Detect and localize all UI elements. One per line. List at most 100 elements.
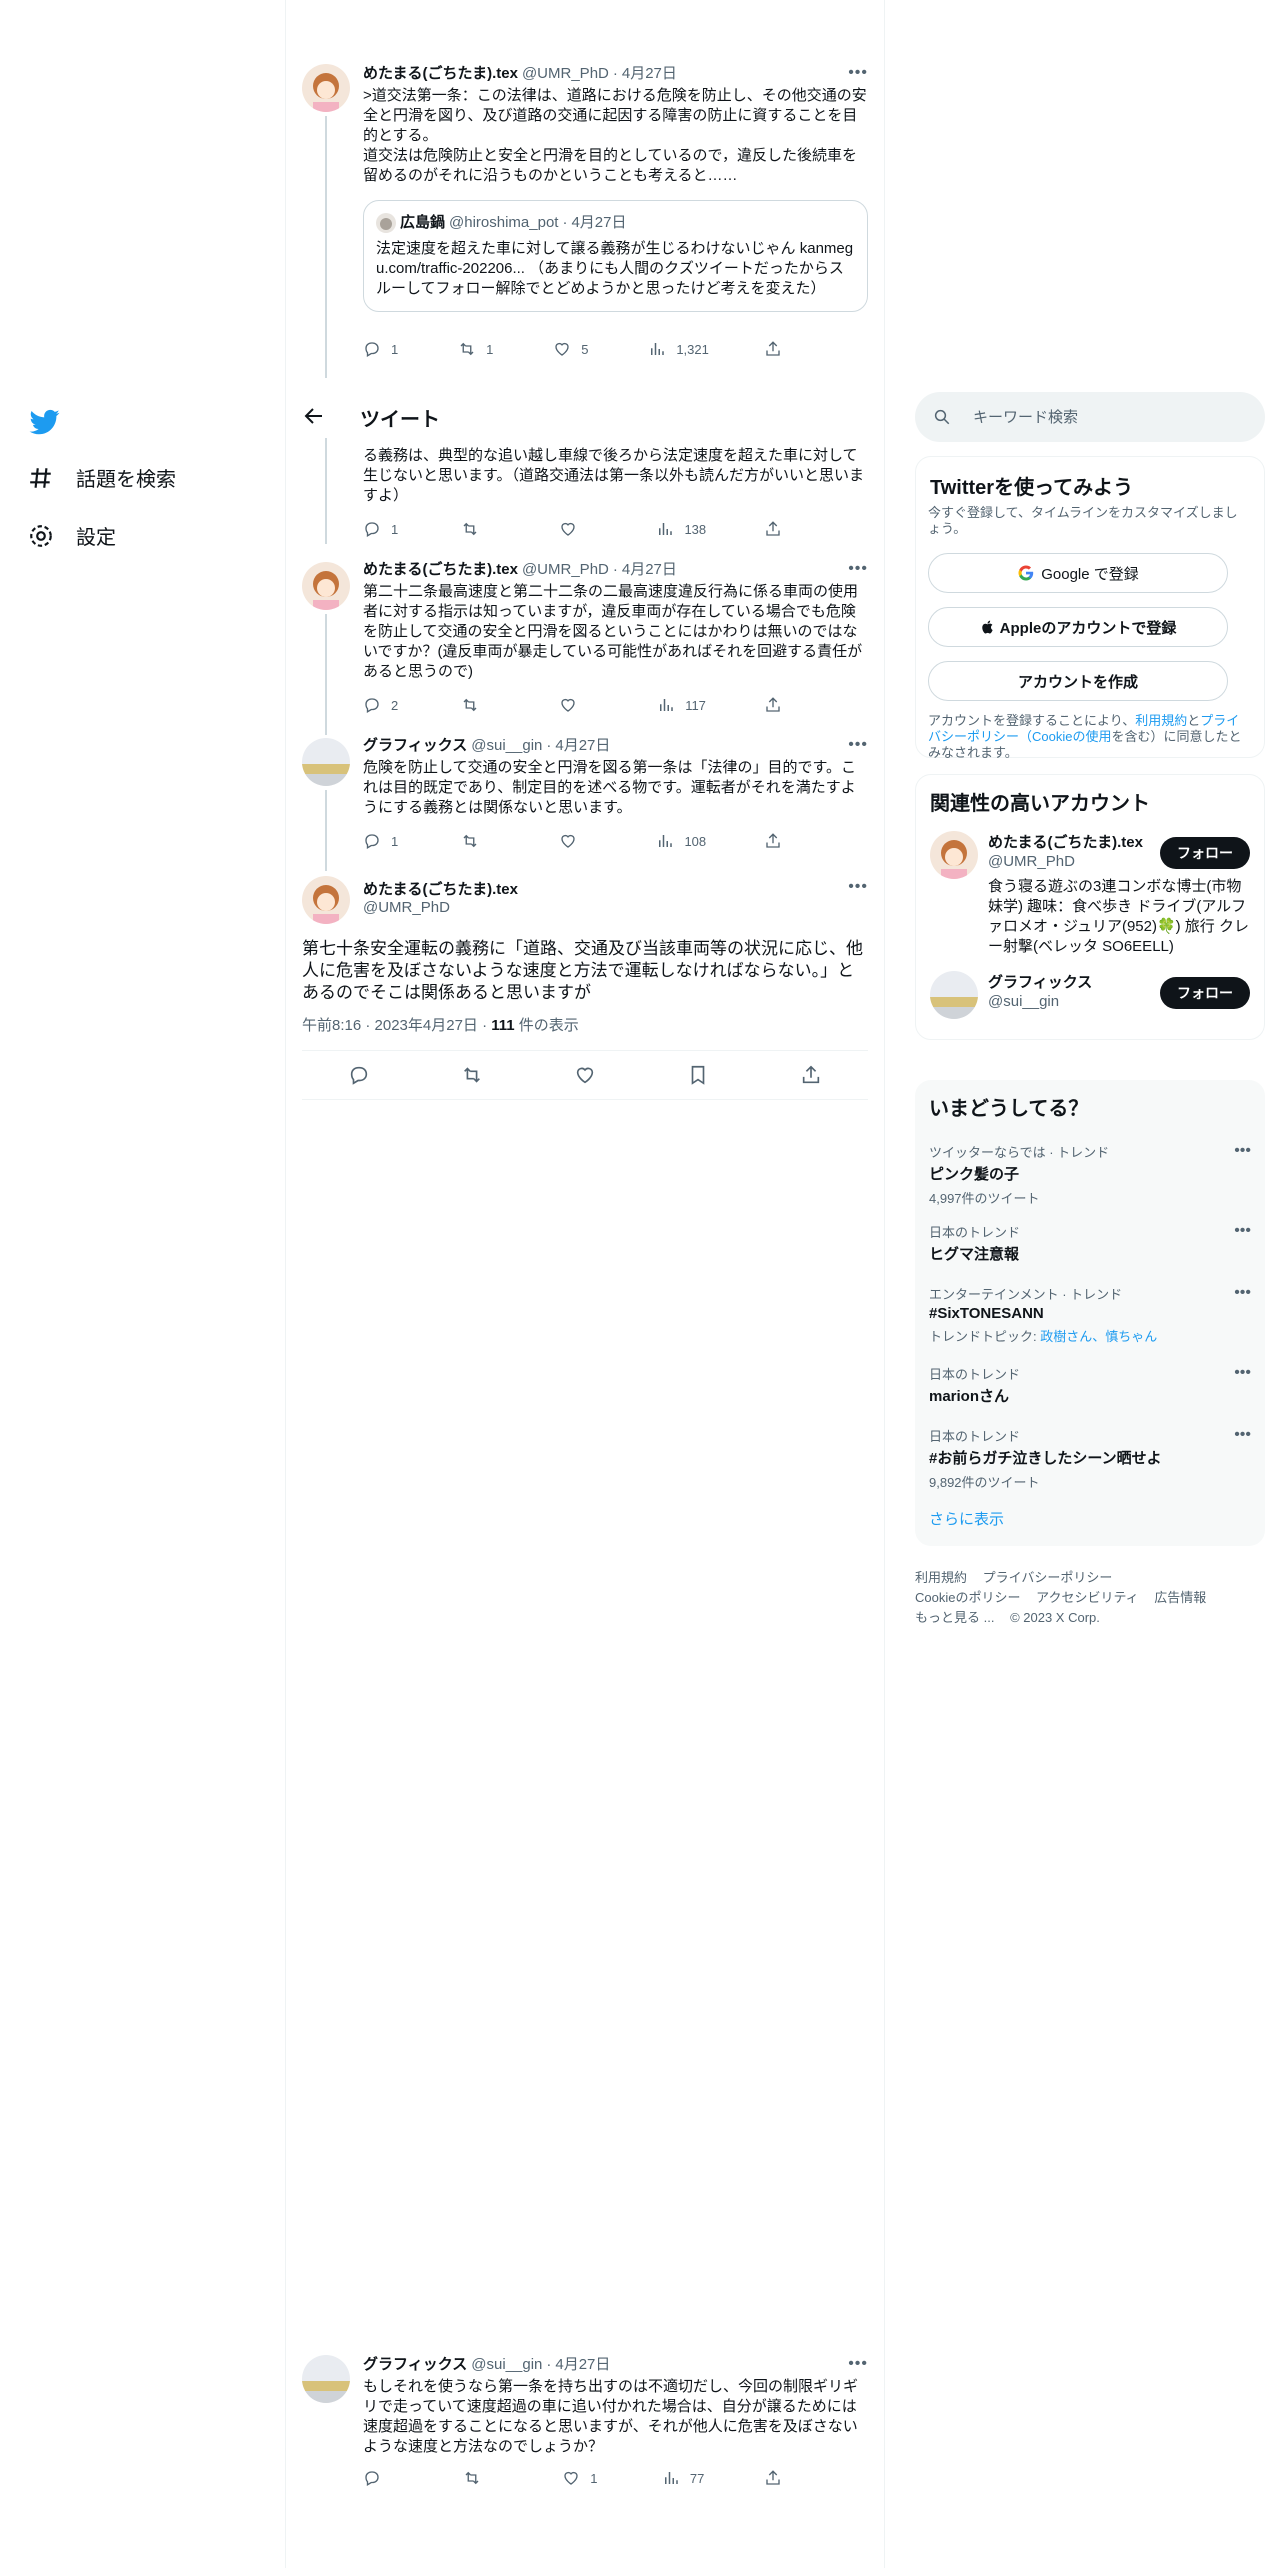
trend-item[interactable]: 日本のトレンド #お前らガチ泣きしたシーン晒せよ 9,892件のツイート ••• xyxy=(929,1426,1251,1491)
google-signup-button[interactable]: Google で登録 xyxy=(928,553,1228,593)
tweet-time[interactable]: 4月27日 xyxy=(622,64,677,84)
follow-button[interactable]: フォロー xyxy=(1160,837,1250,869)
views-button[interactable]: 1,321 xyxy=(648,340,709,358)
views-button[interactable]: 77 xyxy=(662,2469,704,2487)
avatar[interactable] xyxy=(302,2355,350,2403)
author-handle[interactable]: @sui__gin xyxy=(471,2355,542,2375)
account-card[interactable]: グラフィックス @sui__gin フォロー xyxy=(930,971,1250,1035)
reply-button[interactable]: 1 xyxy=(363,832,403,850)
share-button[interactable] xyxy=(764,2469,804,2487)
like-button[interactable] xyxy=(559,832,599,850)
author-name[interactable]: グラフィックス xyxy=(363,736,467,756)
trend-item[interactable]: 日本のトレンド ヒグマ注意報 ••• xyxy=(929,1222,1251,1264)
more-options-icon[interactable]: ••• xyxy=(848,64,868,82)
bookmark-icon[interactable] xyxy=(687,1064,709,1086)
footer-terms-link[interactable]: 利用規約 xyxy=(915,1570,967,1585)
more-options-icon[interactable]: ••• xyxy=(1234,1222,1251,1240)
tweet[interactable]: グラフィックス @sui__gin · 4月27日 ••• もしそれを使うなら第… xyxy=(286,2355,884,2495)
more-options-icon[interactable]: ••• xyxy=(1234,1364,1251,1382)
author-handle[interactable]: @UMR_PhD xyxy=(522,560,609,580)
avatar[interactable] xyxy=(302,738,350,786)
like-button[interactable] xyxy=(559,696,599,714)
like-button[interactable]: 5 xyxy=(553,340,593,358)
trend-count: 9,892件のツイート xyxy=(929,1475,1040,1490)
back-arrow-icon[interactable] xyxy=(302,404,326,428)
nav-item-settings[interactable]: 設定 xyxy=(28,521,116,550)
footer-more-link[interactable]: もっと見る ... xyxy=(915,1610,994,1625)
create-account-button[interactable]: アカウントを作成 xyxy=(928,661,1228,701)
retweet-button[interactable] xyxy=(461,520,501,538)
tweet-time[interactable]: 4月27日 xyxy=(555,2355,610,2375)
more-options-icon[interactable]: ••• xyxy=(848,878,868,896)
views-button[interactable]: 117 xyxy=(657,696,706,714)
share-button[interactable] xyxy=(764,832,804,850)
apple-signup-button[interactable]: Appleのアカウントで登録 xyxy=(928,607,1228,647)
terms-link[interactable]: 利用規約 xyxy=(1135,713,1187,728)
show-more-link[interactable]: さらに表示 xyxy=(929,1508,1004,1529)
tweet[interactable]: る義務は、典型的な追い越し車線で後ろから法定速度を超えた車に対して生じないと思い… xyxy=(286,438,884,544)
author-name[interactable]: めたまる(ごちたま).tex xyxy=(363,64,518,84)
tweet[interactable]: めたまる(ごちたま).tex @UMR_PhD · 4月27日 ••• >道交法… xyxy=(286,58,884,378)
author-name[interactable]: グラフィックス xyxy=(363,2355,467,2375)
share-icon[interactable] xyxy=(800,1064,822,1086)
share-button[interactable] xyxy=(764,520,804,538)
search-input[interactable] xyxy=(973,408,1233,426)
avatar[interactable] xyxy=(302,64,350,112)
reply-button[interactable]: 1 xyxy=(363,340,403,358)
more-options-icon[interactable]: ••• xyxy=(1234,1142,1251,1160)
heart-icon[interactable] xyxy=(574,1064,596,1086)
footer-privacy-link[interactable]: プライバシーポリシー xyxy=(983,1570,1113,1585)
quoted-tweet[interactable]: 広島鍋 @hiroshima_pot · 4月27日 法定速度を超えた車に対して… xyxy=(363,200,868,312)
avatar[interactable] xyxy=(302,876,350,924)
share-button[interactable] xyxy=(764,696,804,714)
footer-cookie-link[interactable]: Cookieのポリシー xyxy=(915,1590,1020,1605)
avatar[interactable] xyxy=(930,971,978,1019)
like-button[interactable] xyxy=(559,520,599,538)
reply-button[interactable]: 1 xyxy=(363,520,403,538)
account-name[interactable]: グラフィックス xyxy=(988,971,1092,992)
trend-item[interactable]: 日本のトレンド marionさん ••• xyxy=(929,1364,1251,1406)
retweet-button[interactable] xyxy=(463,2469,503,2487)
account-card[interactable]: めたまる(ごちたま).tex @UMR_PhD 食う寝る遊ぶの3連コンボな博士(… xyxy=(930,831,1250,961)
views-button[interactable]: 138 xyxy=(656,520,706,538)
more-options-icon[interactable]: ••• xyxy=(848,736,868,754)
like-button[interactable]: 1 xyxy=(562,2469,602,2487)
search-box[interactable] xyxy=(915,392,1265,442)
tweet[interactable]: めたまる(ごちたま).tex @UMR_PhD · 4月27日 ••• 第二十二… xyxy=(286,560,884,735)
tweet-time[interactable]: 4月27日 xyxy=(555,736,610,756)
trend-topic-link[interactable]: 政樹さん、慎ちゃん xyxy=(1040,1329,1157,1344)
more-options-icon[interactable]: ••• xyxy=(848,560,868,578)
retweet-button[interactable] xyxy=(461,696,501,714)
retweet-icon[interactable] xyxy=(461,1064,483,1086)
footer-ads-link[interactable]: 広告情報 xyxy=(1154,1590,1206,1605)
tweet-timestamp[interactable]: 午前8:16 · 2023年4月27日 · xyxy=(302,1017,491,1034)
more-options-icon[interactable]: ••• xyxy=(1234,1284,1251,1302)
account-handle[interactable]: @sui__gin xyxy=(988,993,1059,1010)
trend-item[interactable]: ツイッターならでは · トレンド ピンク髪の子 4,997件のツイート ••• xyxy=(929,1142,1251,1207)
twitter-logo-icon[interactable] xyxy=(28,407,62,437)
account-name[interactable]: めたまる(ごちたま).tex xyxy=(988,831,1143,852)
share-button[interactable] xyxy=(764,340,804,358)
more-options-icon[interactable]: ••• xyxy=(848,2355,868,2373)
author-name[interactable]: めたまる(ごちたま).tex xyxy=(363,560,518,580)
nav-item-explore[interactable]: 話題を検索 xyxy=(28,463,176,492)
author-handle[interactable]: @UMR_PhD xyxy=(522,64,609,84)
reply-button[interactable]: 2 xyxy=(363,696,403,714)
retweet-button[interactable]: 1 xyxy=(458,340,498,358)
reply-button[interactable] xyxy=(363,2469,403,2487)
author-name[interactable]: めたまる(ごちたま).tex xyxy=(363,878,868,899)
footer-accessibility-link[interactable]: アクセシビリティ xyxy=(1036,1590,1139,1605)
reply-icon[interactable] xyxy=(348,1064,370,1086)
account-handle[interactable]: @UMR_PhD xyxy=(988,853,1075,870)
tweet[interactable]: グラフィックス @sui__gin · 4月27日 ••• 危険を防止して交通の… xyxy=(286,736,884,871)
retweet-button[interactable] xyxy=(461,832,501,850)
avatar[interactable] xyxy=(930,831,978,879)
views-button[interactable]: 108 xyxy=(656,832,706,850)
follow-button[interactable]: フォロー xyxy=(1160,977,1250,1009)
more-options-icon[interactable]: ••• xyxy=(1234,1426,1251,1444)
author-handle[interactable]: @UMR_PhD xyxy=(363,899,868,916)
tweet-time[interactable]: 4月27日 xyxy=(622,560,677,580)
trend-item[interactable]: エンターテインメント · トレンド #SixTONESANN トレンドトピック:… xyxy=(929,1284,1251,1345)
avatar[interactable] xyxy=(302,562,350,610)
author-handle[interactable]: @sui__gin xyxy=(471,736,542,756)
